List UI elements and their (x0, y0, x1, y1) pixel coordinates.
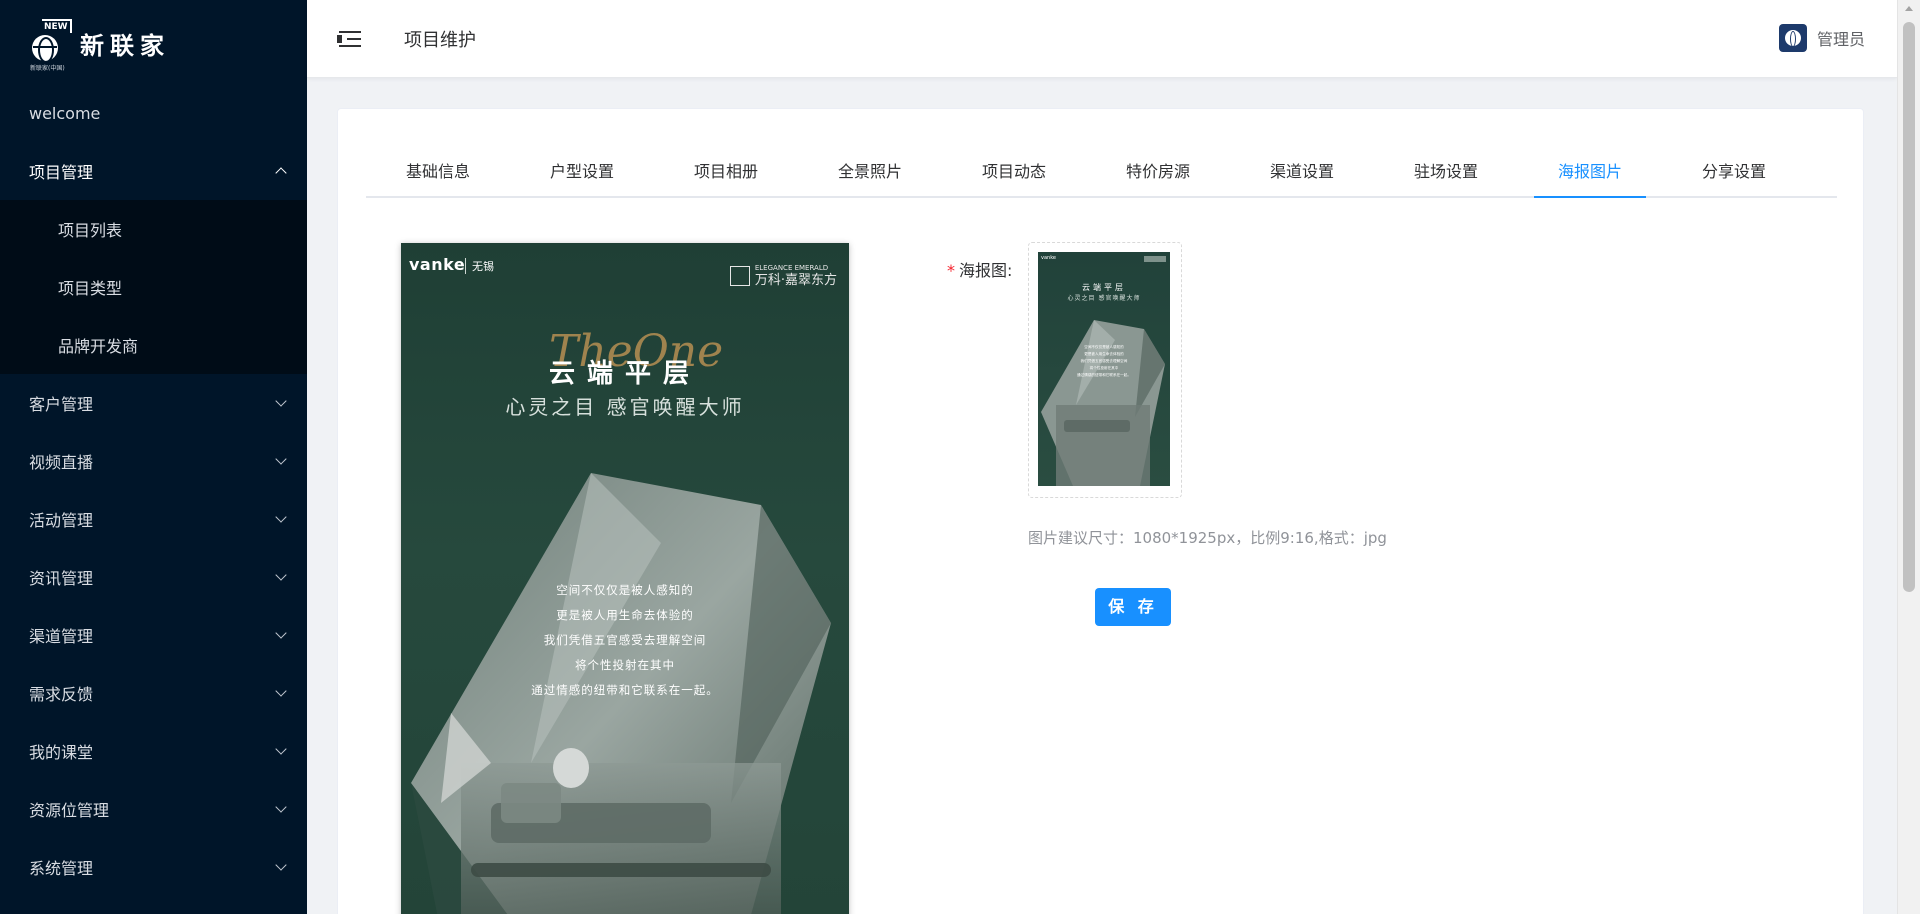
tab-project-news[interactable]: 项目动态 (942, 149, 1086, 196)
poster-tagline: 心灵之目 感官唤醒大师 (505, 395, 745, 419)
poster-body: 空间不仅仅是被人感知的 更是被人用生命去体验的 我们凭借五官感受去理解空间 将个… (531, 583, 719, 697)
sidebar-item-label: 资讯管理 (29, 569, 94, 588)
sidebar-subitem-label: 品牌开发商 (58, 337, 139, 356)
chevron-down-icon (275, 685, 287, 697)
sidebar-item-live-video[interactable]: 视频直播 (0, 432, 307, 490)
tab-onsite-settings[interactable]: 驻场设置 (1374, 149, 1518, 196)
chevron-down-icon (275, 859, 287, 871)
poster-thumbnail[interactable]: vanke 云端平层 心灵之目 感官唤醒大师 空间不仅仅是被人感知的 更是被人用… (1038, 252, 1170, 486)
sidebar-item-label: 资源位管理 (29, 801, 110, 820)
sidebar-item-channel-management[interactable]: 渠道管理 (0, 606, 307, 664)
chevron-down-icon (275, 627, 287, 639)
tab-share-settings[interactable]: 分享设置 (1662, 149, 1806, 196)
emblem-icon (729, 265, 750, 286)
tab-bar: 基础信息 户型设置 项目相册 全景照片 项目动态 特价房源 渠道设置 驻场设置 … (366, 149, 1837, 198)
tab-basic-info[interactable]: 基础信息 (366, 149, 510, 196)
sidebar-item-label: 渠道管理 (29, 627, 94, 646)
sidebar-item-label: 活动管理 (29, 511, 94, 530)
page-title: 项目维护 (404, 30, 476, 51)
thumbnail-brand: vanke (1041, 255, 1056, 261)
tab-floorplan-settings[interactable]: 户型设置 (510, 149, 654, 196)
sidebar-item-customer-management[interactable]: 客户管理 (0, 374, 307, 432)
sidebar-item-my-classroom[interactable]: 我的课堂 (0, 722, 307, 780)
poster-upload[interactable]: vanke 云端平层 心灵之目 感官唤醒大师 空间不仅仅是被人感知的 更是被人用… (1028, 242, 1182, 498)
thumbnail-emblem (1144, 256, 1166, 262)
sidebar-item-label: 需求反馈 (29, 685, 94, 704)
chevron-down-icon (275, 569, 287, 581)
sidebar-item-news-management[interactable]: 资讯管理 (0, 548, 307, 606)
poster-brand-city: 无锡 (465, 258, 494, 274)
menu-fold-icon[interactable] (337, 29, 361, 49)
poster-field-label: * 海报图: (947, 261, 1013, 280)
tab-poster-images[interactable]: 海报图片 (1518, 149, 1662, 198)
top-header: 项目维护 管理员 (307, 0, 1897, 78)
content-card: 基础信息 户型设置 项目相册 全景照片 项目动态 特价房源 渠道设置 驻场设置 … (337, 108, 1864, 914)
poster-preview: vanke 无锡 ELEGANCE EMERALD 万科·嘉翠东方 TheOne… (401, 243, 849, 914)
chevron-down-icon (275, 395, 287, 407)
user-name: 管理员 (1816, 30, 1865, 49)
sidebar-item-label: 我的课堂 (29, 743, 94, 762)
sidebar-item-project-management[interactable]: 项目管理 (0, 142, 307, 200)
required-mark: * (947, 261, 955, 280)
poster-headline: 云端平层 (548, 359, 701, 389)
sidebar-item-label: 系统管理 (29, 859, 94, 878)
thumbnail-headline: 云端平层 (1082, 283, 1126, 292)
scrollbar-thumb[interactable] (1903, 22, 1915, 592)
logo[interactable]: NEW 新联家(中国) 新联家 (0, 0, 307, 84)
sidebar-item-label: 项目管理 (29, 163, 94, 182)
tab-panorama-photos[interactable]: 全景照片 (798, 149, 942, 196)
poster-emblem: ELEGANCE EMERALD 万科·嘉翠东方 (729, 263, 837, 288)
tab-project-album[interactable]: 项目相册 (654, 149, 798, 196)
scroll-up-arrow-icon[interactable] (1905, 6, 1913, 11)
logo-subtext: 新联家(中国) (30, 65, 65, 72)
tab-channel-settings[interactable]: 渠道设置 (1230, 149, 1374, 196)
logo-badge: NEW (42, 19, 72, 33)
sidebar-item-label: welcome (29, 103, 101, 123)
chevron-up-icon (275, 167, 287, 179)
tab-special-offers[interactable]: 特价房源 (1086, 149, 1230, 196)
sidebar-item-system-management[interactable]: 系统管理 (0, 838, 307, 896)
sidebar-item-resource-slots[interactable]: 资源位管理 (0, 780, 307, 838)
save-button[interactable]: 保 存 (1095, 588, 1171, 626)
chevron-down-icon (275, 743, 287, 755)
sidebar: NEW 新联家(中国) 新联家 welcome 项目管理 项目列表 项目类型 品… (0, 0, 307, 914)
submenu-project-management: 项目列表 项目类型 品牌开发商 (0, 200, 307, 374)
upload-hint: 图片建议尺寸：1080*1925px，比例9:16,格式：jpg (1028, 529, 1387, 547)
emblem-cn: 万科·嘉翠东方 (754, 273, 837, 288)
user-menu[interactable]: 管理员 (1778, 24, 1865, 52)
sidebar-item-feedback[interactable]: 需求反馈 (0, 664, 307, 722)
thumbnail-body: 空间不仅仅是被人感知的 更是被人用生命去体验的 我们凭借五官感受去理解空间 将个… (1077, 345, 1131, 377)
sidebar-subitem-project-list[interactable]: 项目列表 (0, 200, 307, 258)
sidebar-item-welcome[interactable]: welcome (0, 84, 307, 142)
vertical-scrollbar[interactable] (1897, 0, 1920, 914)
sidebar-item-label: 视频直播 (29, 453, 94, 472)
logo-globe-icon: NEW 新联家(中国) (28, 19, 72, 72)
chevron-down-icon (275, 801, 287, 813)
sidebar-subitem-brand-developer[interactable]: 品牌开发商 (0, 316, 307, 374)
logo-text: 新联家 (80, 31, 170, 60)
sidebar-item-activity-management[interactable]: 活动管理 (0, 490, 307, 548)
sidebar-item-label: 客户管理 (29, 395, 94, 414)
sidebar-subitem-project-type[interactable]: 项目类型 (0, 258, 307, 316)
emblem-en: ELEGANCE EMERALD (754, 264, 829, 272)
chevron-down-icon (275, 453, 287, 465)
sidebar-subitem-label: 项目类型 (58, 279, 123, 298)
poster-brand: vanke (409, 255, 466, 274)
thumbnail-tagline: 心灵之目 感官唤醒大师 (1067, 295, 1141, 302)
chevron-down-icon (275, 511, 287, 523)
sidebar-subitem-label: 项目列表 (58, 221, 123, 240)
avatar (1778, 24, 1807, 52)
